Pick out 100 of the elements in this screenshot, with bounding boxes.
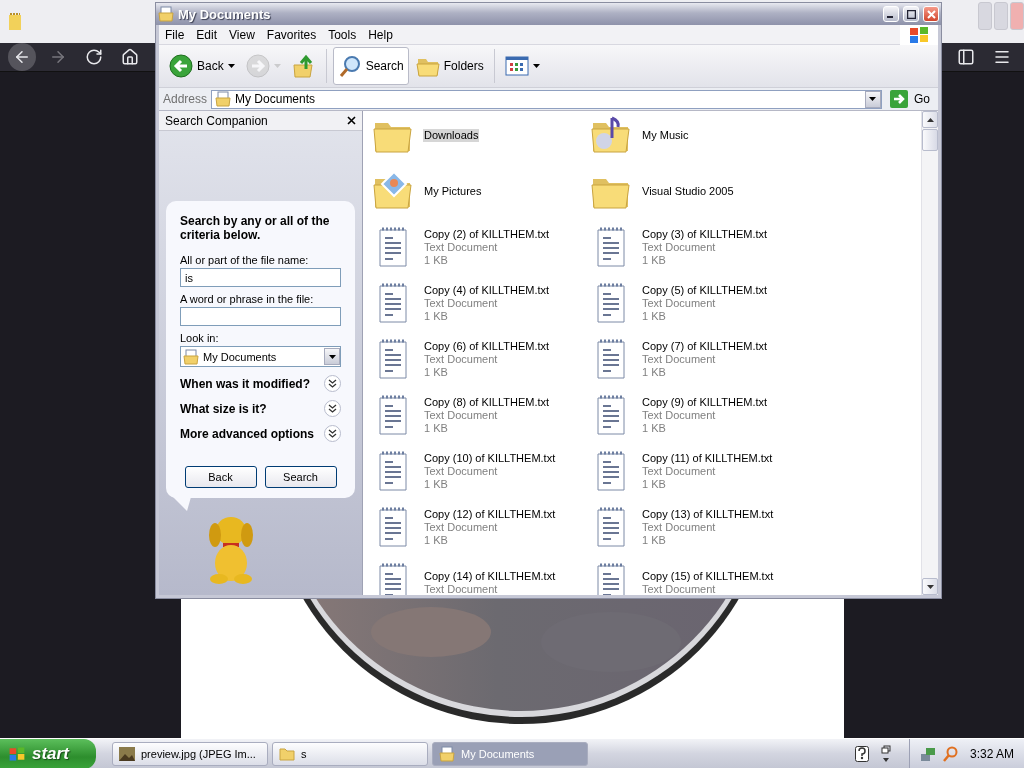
text-document-icon bbox=[595, 506, 627, 548]
back-button[interactable]: Back bbox=[184, 466, 257, 488]
search-icon[interactable] bbox=[941, 745, 958, 762]
network-icon[interactable] bbox=[919, 745, 936, 762]
file-type: Text Document bbox=[641, 296, 717, 310]
file-name[interactable]: Copy (10) of KILLTHEM.txt bbox=[423, 451, 557, 465]
file-name[interactable]: Copy (14) of KILLTHEM.txt bbox=[423, 570, 557, 583]
input-field[interactable] bbox=[180, 307, 341, 326]
file-type: Text Document bbox=[423, 352, 499, 366]
text-document-icon bbox=[377, 506, 409, 548]
caret-icon bbox=[273, 64, 281, 68]
scroll-thumb[interactable] bbox=[922, 129, 938, 151]
caret-icon bbox=[532, 64, 540, 68]
file-name[interactable]: Copy (2) of KILLTHEM.txt bbox=[423, 227, 551, 241]
file-name[interactable]: My Pictures bbox=[423, 184, 483, 198]
maximize-icon bbox=[906, 9, 916, 19]
caret-icon bbox=[926, 584, 934, 589]
file-type: Text Document bbox=[641, 520, 717, 534]
file-type: Text Document bbox=[641, 352, 717, 366]
menu-item[interactable]: Help bbox=[362, 27, 399, 42]
file-type: Text Document bbox=[423, 583, 499, 595]
file-size: 1 KB bbox=[641, 309, 667, 323]
file-name[interactable]: Copy (6) of KILLTHEM.txt bbox=[423, 339, 551, 353]
notepad-icon bbox=[8, 12, 22, 31]
option-link[interactable]: When was it modified? bbox=[180, 376, 310, 391]
home-icon bbox=[121, 48, 139, 66]
text-document-icon bbox=[377, 450, 409, 492]
documents-folder-icon bbox=[183, 348, 199, 365]
expand-button[interactable] bbox=[324, 375, 341, 392]
address-value: My Documents bbox=[235, 92, 316, 106]
dropdown-button[interactable] bbox=[865, 90, 881, 108]
expand-button[interactable] bbox=[324, 400, 341, 417]
search-button[interactable]: Search bbox=[332, 47, 409, 85]
image-icon bbox=[119, 746, 135, 761]
back-button[interactable]: Back bbox=[165, 47, 239, 85]
file-name[interactable]: Copy (3) of KILLTHEM.txt bbox=[641, 227, 769, 241]
search-icon bbox=[337, 54, 362, 78]
back-button[interactable] bbox=[8, 43, 36, 71]
file-name[interactable]: Copy (11) of KILLTHEM.txt bbox=[641, 451, 774, 465]
look-in-dropdown[interactable]: My Documents bbox=[180, 346, 341, 367]
file-name[interactable]: My Music bbox=[641, 128, 690, 142]
file-name[interactable]: Copy (5) of KILLTHEM.txt bbox=[641, 283, 769, 297]
file-type: Text Document bbox=[641, 240, 717, 254]
input-field[interactable]: is bbox=[180, 268, 341, 287]
taskbar-button[interactable]: preview.jpg (JPEG Im... bbox=[112, 741, 268, 766]
menu-item[interactable]: View bbox=[223, 27, 261, 42]
file-size: 1 KB bbox=[423, 309, 449, 323]
menu-item[interactable]: Edit bbox=[190, 27, 224, 42]
file-name[interactable]: Copy (4) of KILLTHEM.txt bbox=[423, 283, 551, 297]
start-button[interactable]: start bbox=[0, 738, 96, 768]
option-link[interactable]: What size is it? bbox=[180, 401, 267, 416]
file-name[interactable]: Visual Studio 2005 bbox=[641, 184, 735, 198]
field-label: All or part of the file name: bbox=[180, 254, 310, 266]
maximize-button[interactable] bbox=[903, 6, 919, 22]
file-name[interactable]: Copy (12) of KILLTHEM.txt bbox=[423, 507, 557, 521]
file-name[interactable]: Copy (15) of KILLTHEM.txt bbox=[641, 570, 775, 583]
close-icon[interactable] bbox=[347, 116, 356, 125]
file-type: Text Document bbox=[423, 296, 499, 310]
search-button[interactable]: Search bbox=[264, 466, 337, 488]
address-field[interactable]: My Documents bbox=[211, 89, 882, 109]
caret-icon bbox=[328, 354, 336, 359]
pictures-folder-icon bbox=[372, 170, 414, 212]
restore-icon[interactable] bbox=[880, 744, 891, 763]
dropdown-button[interactable] bbox=[324, 348, 340, 365]
menu-item[interactable]: Favorites bbox=[260, 27, 323, 42]
go-arrow-icon bbox=[890, 90, 908, 108]
views-grid-icon bbox=[504, 56, 529, 76]
file-name[interactable]: Copy (8) of KILLTHEM.txt bbox=[423, 395, 551, 409]
documents-folder-icon bbox=[439, 745, 455, 762]
file-size: 1 KB bbox=[641, 421, 667, 435]
file-size: 1 KB bbox=[423, 365, 449, 379]
file-type: Text Document bbox=[423, 240, 499, 254]
file-size: 1 KB bbox=[423, 253, 449, 267]
help-icon[interactable] bbox=[854, 745, 869, 762]
scroll-down-button[interactable] bbox=[922, 578, 938, 595]
folder-up-icon bbox=[291, 53, 316, 79]
caret-icon bbox=[926, 117, 934, 122]
menu-item[interactable]: File bbox=[159, 27, 191, 42]
go-button[interactable]: Go bbox=[886, 90, 934, 108]
field-label: A word or phrase in the file: bbox=[180, 293, 315, 305]
file-type: Text Document bbox=[423, 520, 499, 534]
expand-button[interactable] bbox=[324, 425, 341, 442]
file-name[interactable]: Copy (13) of KILLTHEM.txt bbox=[641, 507, 775, 521]
file-size: 1 KB bbox=[641, 253, 667, 267]
forward-arrow-icon bbox=[49, 48, 67, 66]
file-size: 1 KB bbox=[423, 421, 449, 435]
scroll-up-button[interactable] bbox=[922, 111, 938, 128]
folders-button[interactable]: Folders bbox=[411, 47, 488, 85]
file-name[interactable]: Downloads bbox=[423, 128, 480, 142]
menu-item[interactable]: Tools bbox=[322, 27, 363, 42]
folder-icon bbox=[279, 746, 295, 761]
double-chevron-icon bbox=[328, 429, 337, 438]
file-size: 1 KB bbox=[423, 477, 449, 491]
text-document-icon bbox=[595, 450, 627, 492]
file-name[interactable]: Copy (7) of KILLTHEM.txt bbox=[641, 339, 769, 353]
option-link[interactable]: More advanced options bbox=[180, 426, 315, 441]
file-name[interactable]: Copy (9) of KILLTHEM.txt bbox=[641, 395, 769, 409]
taskbar-button[interactable]: s bbox=[272, 741, 428, 766]
search-heading: Search by any or all of the criteria below. bbox=[180, 214, 331, 242]
text-document-icon bbox=[377, 226, 409, 268]
